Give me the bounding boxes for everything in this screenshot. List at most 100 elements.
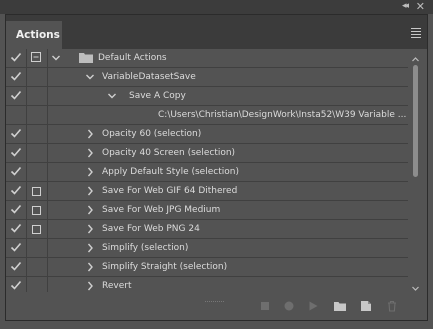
- toggle-dialog-cell[interactable]: [27, 277, 48, 292]
- chevron-right-icon[interactable]: [85, 223, 95, 235]
- checkmark-icon[interactable]: [10, 127, 22, 139]
- action-label: Default Actions: [98, 53, 167, 63]
- toggle-dialog-cell[interactable]: [27, 68, 48, 86]
- close-panel-icon[interactable]: ✕: [416, 0, 425, 13]
- action-label: C:\Users\Christian\DesignWork\Insta52\W3…: [158, 110, 407, 120]
- tab-bar: Actions: [6, 15, 427, 49]
- action-label: Save For Web JPG Medium: [102, 205, 221, 215]
- checkmark-icon[interactable]: [10, 51, 22, 63]
- toggle-dialog-cell[interactable]: [27, 125, 48, 143]
- toggle-dialog-cell[interactable]: [27, 49, 48, 67]
- actions-toolbar: [6, 292, 427, 320]
- action-label: Opacity 60 (selection): [102, 129, 202, 139]
- toggle-dialog-cell[interactable]: [27, 201, 48, 219]
- action-label: Simplify (selection): [102, 243, 189, 253]
- checkmark-icon[interactable]: [10, 146, 22, 158]
- action-row[interactable]: Save For Web GIF 64 Dithered: [6, 182, 408, 201]
- action-label: Save For Web GIF 64 Dithered: [102, 186, 238, 196]
- action-row[interactable]: Simplify Straight (selection): [6, 258, 408, 277]
- checkmark-icon[interactable]: [10, 165, 22, 177]
- collapse-panel-icon[interactable]: ◂◂: [402, 1, 409, 11]
- checkmark-icon[interactable]: [10, 89, 22, 101]
- toggle-dialog-cell[interactable]: [27, 106, 48, 124]
- checkmark-icon[interactable]: [10, 184, 22, 196]
- toggle-item-cell[interactable]: [6, 182, 27, 200]
- actions-list: Default Actions VariableDatasetSave Save A…: [6, 49, 408, 292]
- toggle-dialog-cell[interactable]: [27, 163, 48, 181]
- stop-recording-icon[interactable]: [259, 300, 271, 312]
- toggle-dialog-cell[interactable]: [27, 144, 48, 162]
- action-label: Opacity 40 Screen (selection): [102, 148, 236, 158]
- scroll-up-icon[interactable]: [410, 55, 421, 63]
- new-action-icon[interactable]: [360, 300, 372, 312]
- chevron-right-icon[interactable]: [85, 147, 95, 159]
- checkmark-icon[interactable]: [10, 260, 22, 272]
- chevron-right-icon[interactable]: [85, 185, 95, 197]
- chevron-right-icon[interactable]: [85, 204, 95, 216]
- toggle-item-cell[interactable]: [6, 49, 27, 67]
- action-row[interactable]: Save For Web PNG 24: [6, 220, 408, 239]
- toggle-dialog-cell[interactable]: [27, 182, 48, 200]
- dialog-toggle-icon[interactable]: [32, 206, 41, 215]
- toggle-dialog-cell[interactable]: [27, 87, 48, 105]
- toggle-item-cell[interactable]: [6, 220, 27, 238]
- chevron-down-icon[interactable]: [107, 90, 117, 102]
- chevron-down-icon[interactable]: [51, 52, 61, 64]
- action-label: Simplify Straight (selection): [102, 262, 228, 272]
- hamburger-menu-icon[interactable]: [411, 28, 421, 40]
- dialog-toggle-icon[interactable]: [32, 187, 41, 196]
- chevron-right-icon[interactable]: [85, 128, 95, 140]
- begin-recording-icon[interactable]: [283, 300, 295, 312]
- delete-icon[interactable]: [386, 300, 398, 312]
- action-row[interactable]: VariableDatasetSave: [6, 68, 408, 87]
- toggle-item-cell[interactable]: [6, 106, 27, 124]
- toggle-item-cell[interactable]: [6, 163, 27, 181]
- action-label: Save A Copy: [129, 91, 186, 101]
- toggle-dialog-cell[interactable]: [27, 239, 48, 257]
- action-row[interactable]: Save For Web JPG Medium: [6, 201, 408, 220]
- action-row[interactable]: C:\Users\Christian\DesignWork\Insta52\W3…: [6, 106, 408, 125]
- action-row[interactable]: Apply Default Style (selection): [6, 163, 408, 182]
- chevron-right-icon[interactable]: [85, 166, 95, 178]
- toggle-item-cell[interactable]: [6, 125, 27, 143]
- panel-title-bar: ◂◂ ✕: [0, 0, 433, 14]
- checkmark-icon[interactable]: [10, 279, 22, 291]
- toggle-item-cell[interactable]: [6, 87, 27, 105]
- action-row[interactable]: Default Actions: [6, 49, 408, 68]
- toggle-item-cell[interactable]: [6, 68, 27, 86]
- scrollbar-thumb[interactable]: [413, 65, 418, 177]
- action-row[interactable]: Save A Copy: [6, 87, 408, 106]
- checkmark-icon[interactable]: [10, 70, 22, 82]
- play-selection-icon[interactable]: [307, 300, 319, 312]
- toggle-dialog-cell[interactable]: [27, 258, 48, 276]
- chevron-right-icon[interactable]: [85, 242, 95, 254]
- checkmark-icon[interactable]: [10, 222, 22, 234]
- actions-panel: Actions Default Actions VariableDatasetSa…: [5, 14, 428, 321]
- dialog-icon[interactable]: [31, 52, 41, 62]
- checkmark-icon[interactable]: [10, 203, 22, 215]
- toggle-dialog-cell[interactable]: [27, 220, 48, 238]
- toggle-item-cell[interactable]: [6, 239, 27, 257]
- action-label: VariableDatasetSave: [102, 72, 196, 82]
- action-label: Revert: [102, 281, 132, 291]
- action-row[interactable]: Simplify (selection): [6, 239, 408, 258]
- action-label: Save For Web PNG 24: [102, 224, 200, 234]
- chevron-right-icon[interactable]: [85, 280, 95, 292]
- action-row[interactable]: Opacity 60 (selection): [6, 125, 408, 144]
- vertical-scrollbar[interactable]: [410, 55, 421, 293]
- tab-actions[interactable]: Actions: [6, 21, 62, 49]
- resize-grip-icon[interactable]: [205, 300, 225, 303]
- toggle-item-cell[interactable]: [6, 277, 27, 292]
- checkmark-icon[interactable]: [10, 241, 22, 253]
- folder-icon: [79, 53, 93, 63]
- dialog-toggle-icon[interactable]: [32, 225, 41, 234]
- chevron-down-icon[interactable]: [85, 71, 95, 83]
- toggle-item-cell[interactable]: [6, 144, 27, 162]
- toggle-item-cell[interactable]: [6, 258, 27, 276]
- chevron-right-icon[interactable]: [85, 261, 95, 273]
- action-row[interactable]: Opacity 40 Screen (selection): [6, 144, 408, 163]
- action-row[interactable]: Revert: [6, 277, 408, 292]
- action-label: Apply Default Style (selection): [102, 167, 239, 177]
- new-set-icon[interactable]: [333, 300, 347, 312]
- toggle-item-cell[interactable]: [6, 201, 27, 219]
